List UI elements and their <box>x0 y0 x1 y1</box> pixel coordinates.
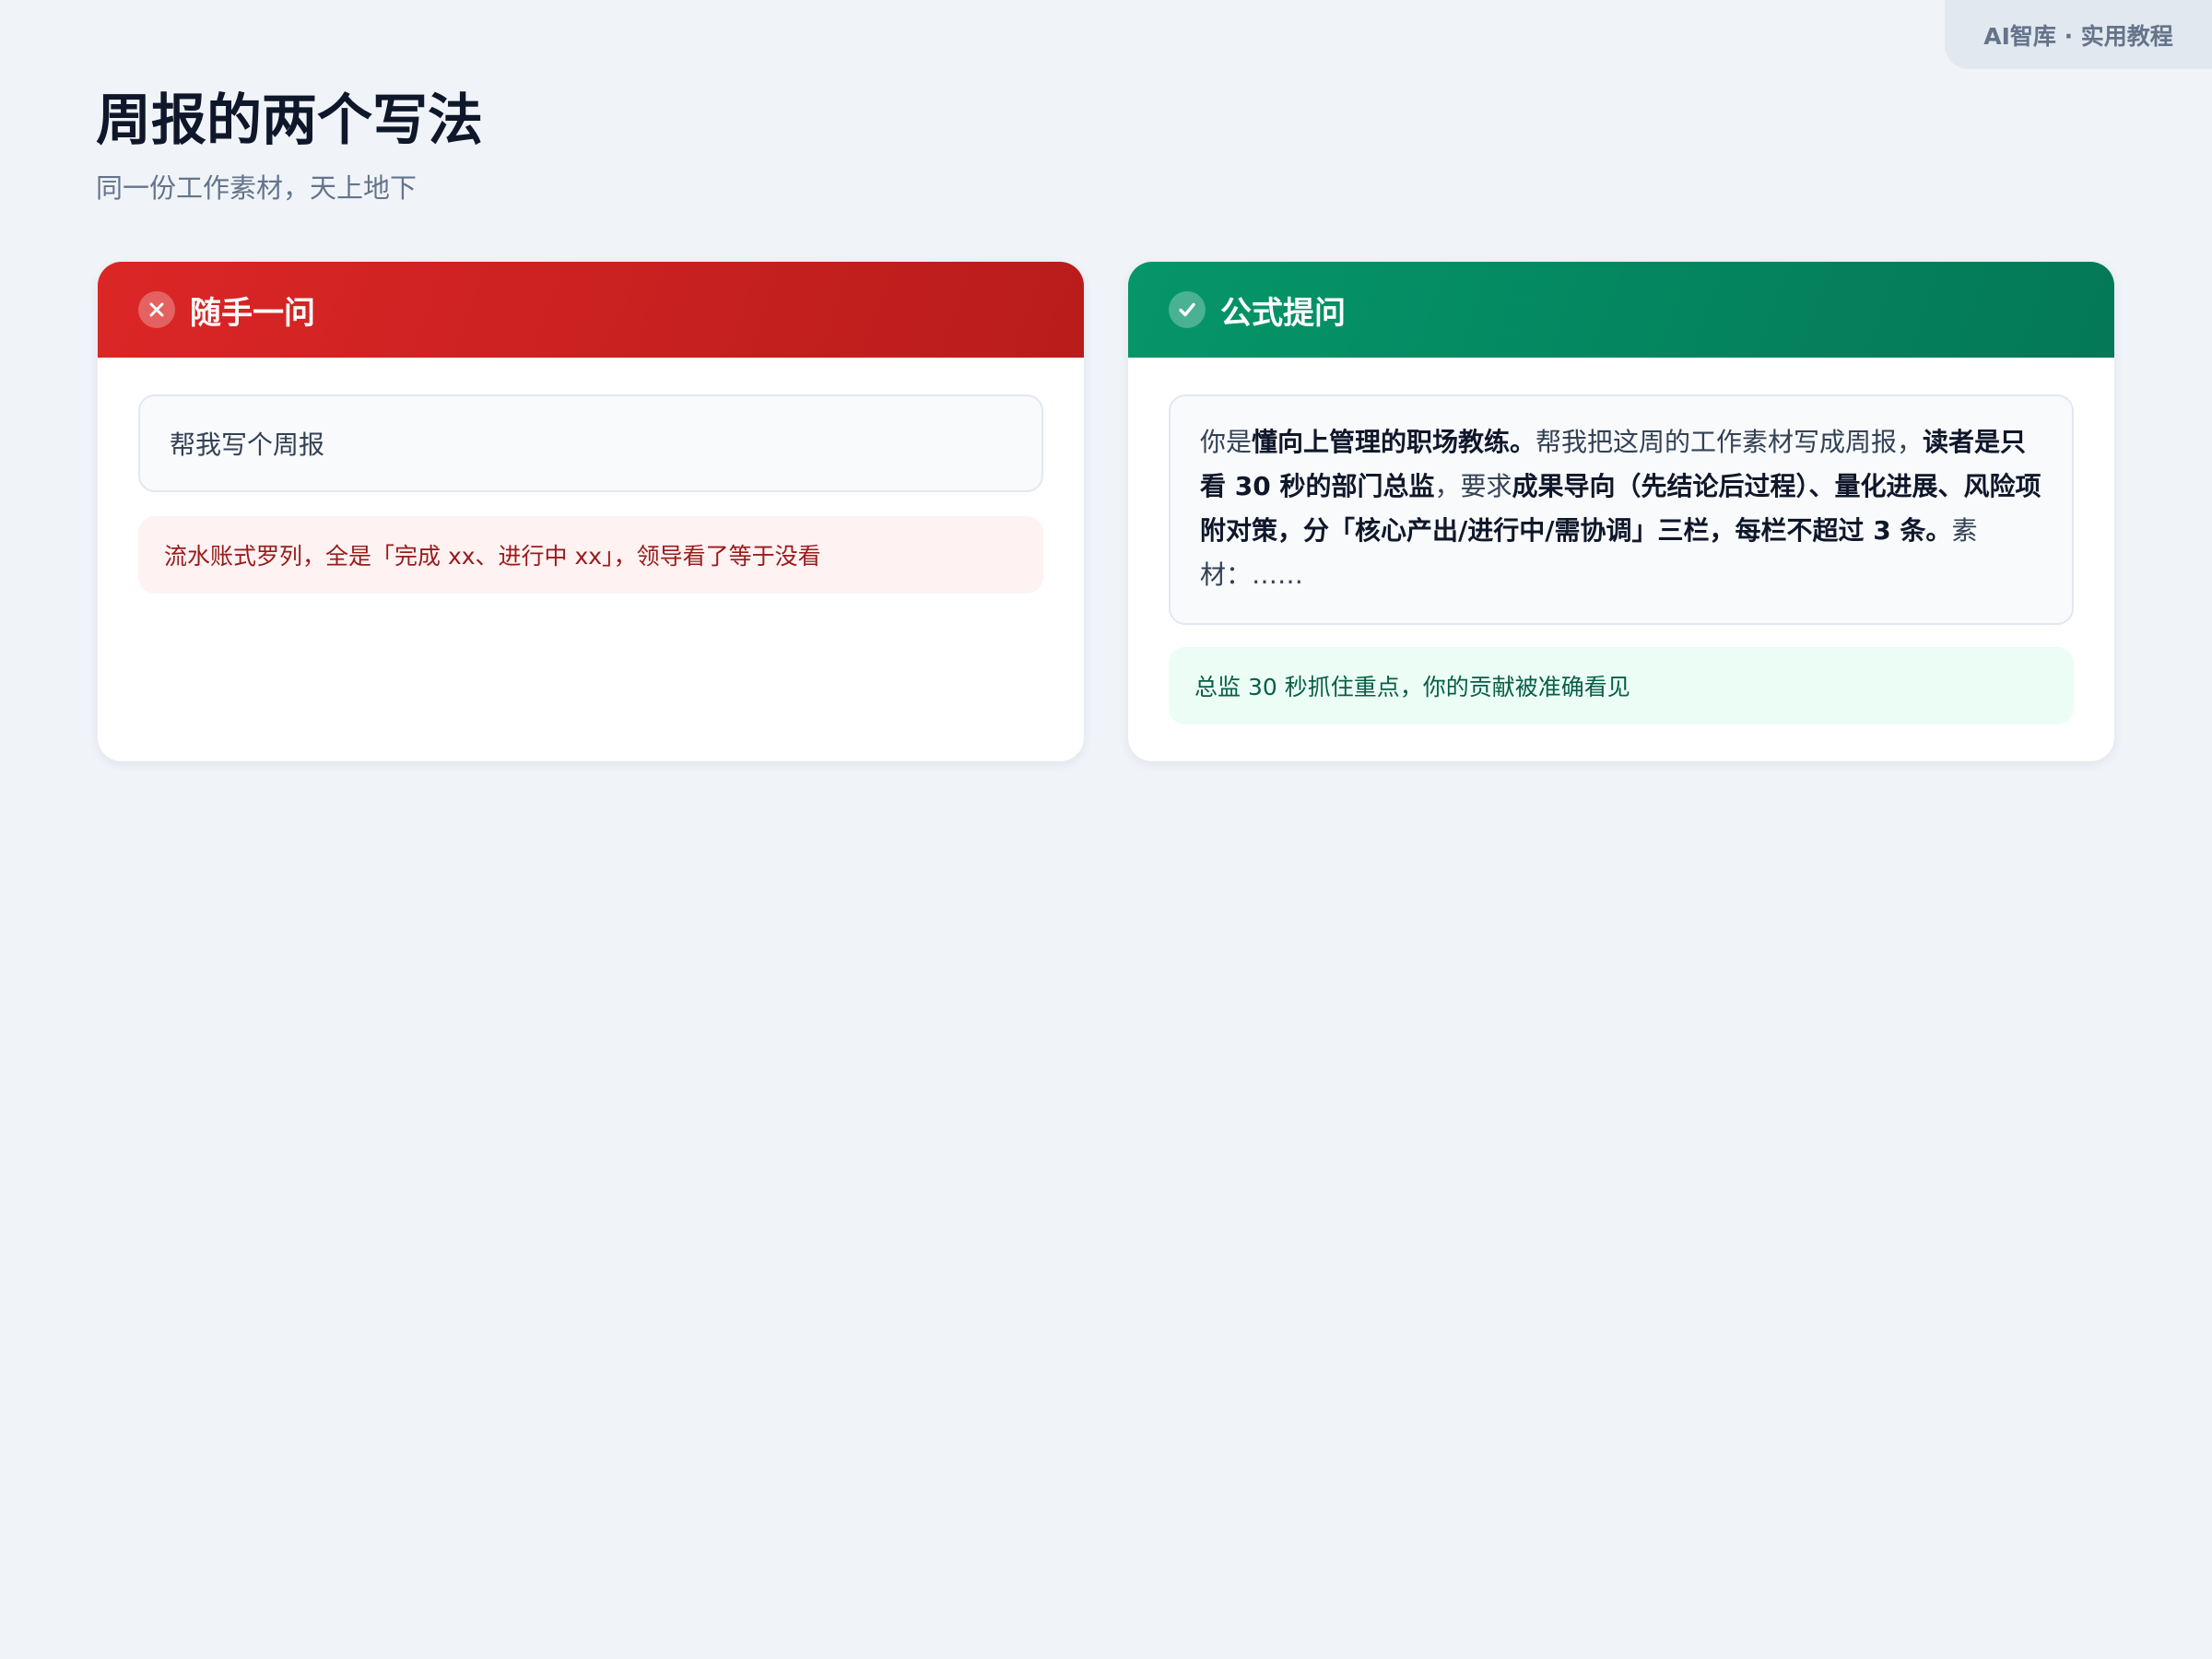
verdict-text: 流水账式罗列，全是「完成 xx、进行中 xx」，领导看了等于没看 <box>164 543 821 570</box>
prompt-box: 帮我写个周报 <box>138 394 1043 492</box>
prompt-emphasis: 懂向上管理的职场教练。 <box>1252 427 1536 457</box>
prompt-text: 帮我写个周报 <box>170 429 325 460</box>
x-icon <box>138 291 175 328</box>
result-verdict: 流水账式罗列，全是「完成 xx、进行中 xx」，领导看了等于没看 <box>138 516 1043 594</box>
casual-prompt-card: 随手一问 帮我写个周报 流水账式罗列，全是「完成 xx、进行中 xx」，领导看了… <box>98 262 1084 761</box>
check-icon <box>1169 291 1206 328</box>
prompt-text: 你是 <box>1200 427 1253 457</box>
card-title: 随手一问 <box>190 294 315 332</box>
prompt-box: 你是懂向上管理的职场教练。帮我把这周的工作素材写成周报，读者是只看 30 秒的部… <box>1169 394 2074 625</box>
brand-tag: AI智库 · 实用教程 <box>1945 0 2212 69</box>
verdict-text: 总监 30 秒抓住重点，你的贡献被准确看见 <box>1194 674 1630 700</box>
result-verdict: 总监 30 秒抓住重点，你的贡献被准确看见 <box>1169 647 2074 724</box>
prompt-text: ，要求 <box>1434 471 1512 501</box>
card-header: 公式提问 <box>1128 262 2114 358</box>
formula-prompt-card: 公式提问 你是懂向上管理的职场教练。帮我把这周的工作素材写成周报，读者是只看 3… <box>1128 262 2114 761</box>
card-header: 随手一问 <box>98 262 1084 358</box>
prompt-text: 帮我把这周的工作素材写成周报， <box>1535 427 1924 457</box>
page-subtitle: 同一份工作素材，天上地下 <box>96 172 418 204</box>
page-title: 周报的两个写法 <box>96 88 483 153</box>
card-title: 公式提问 <box>1220 294 1346 332</box>
